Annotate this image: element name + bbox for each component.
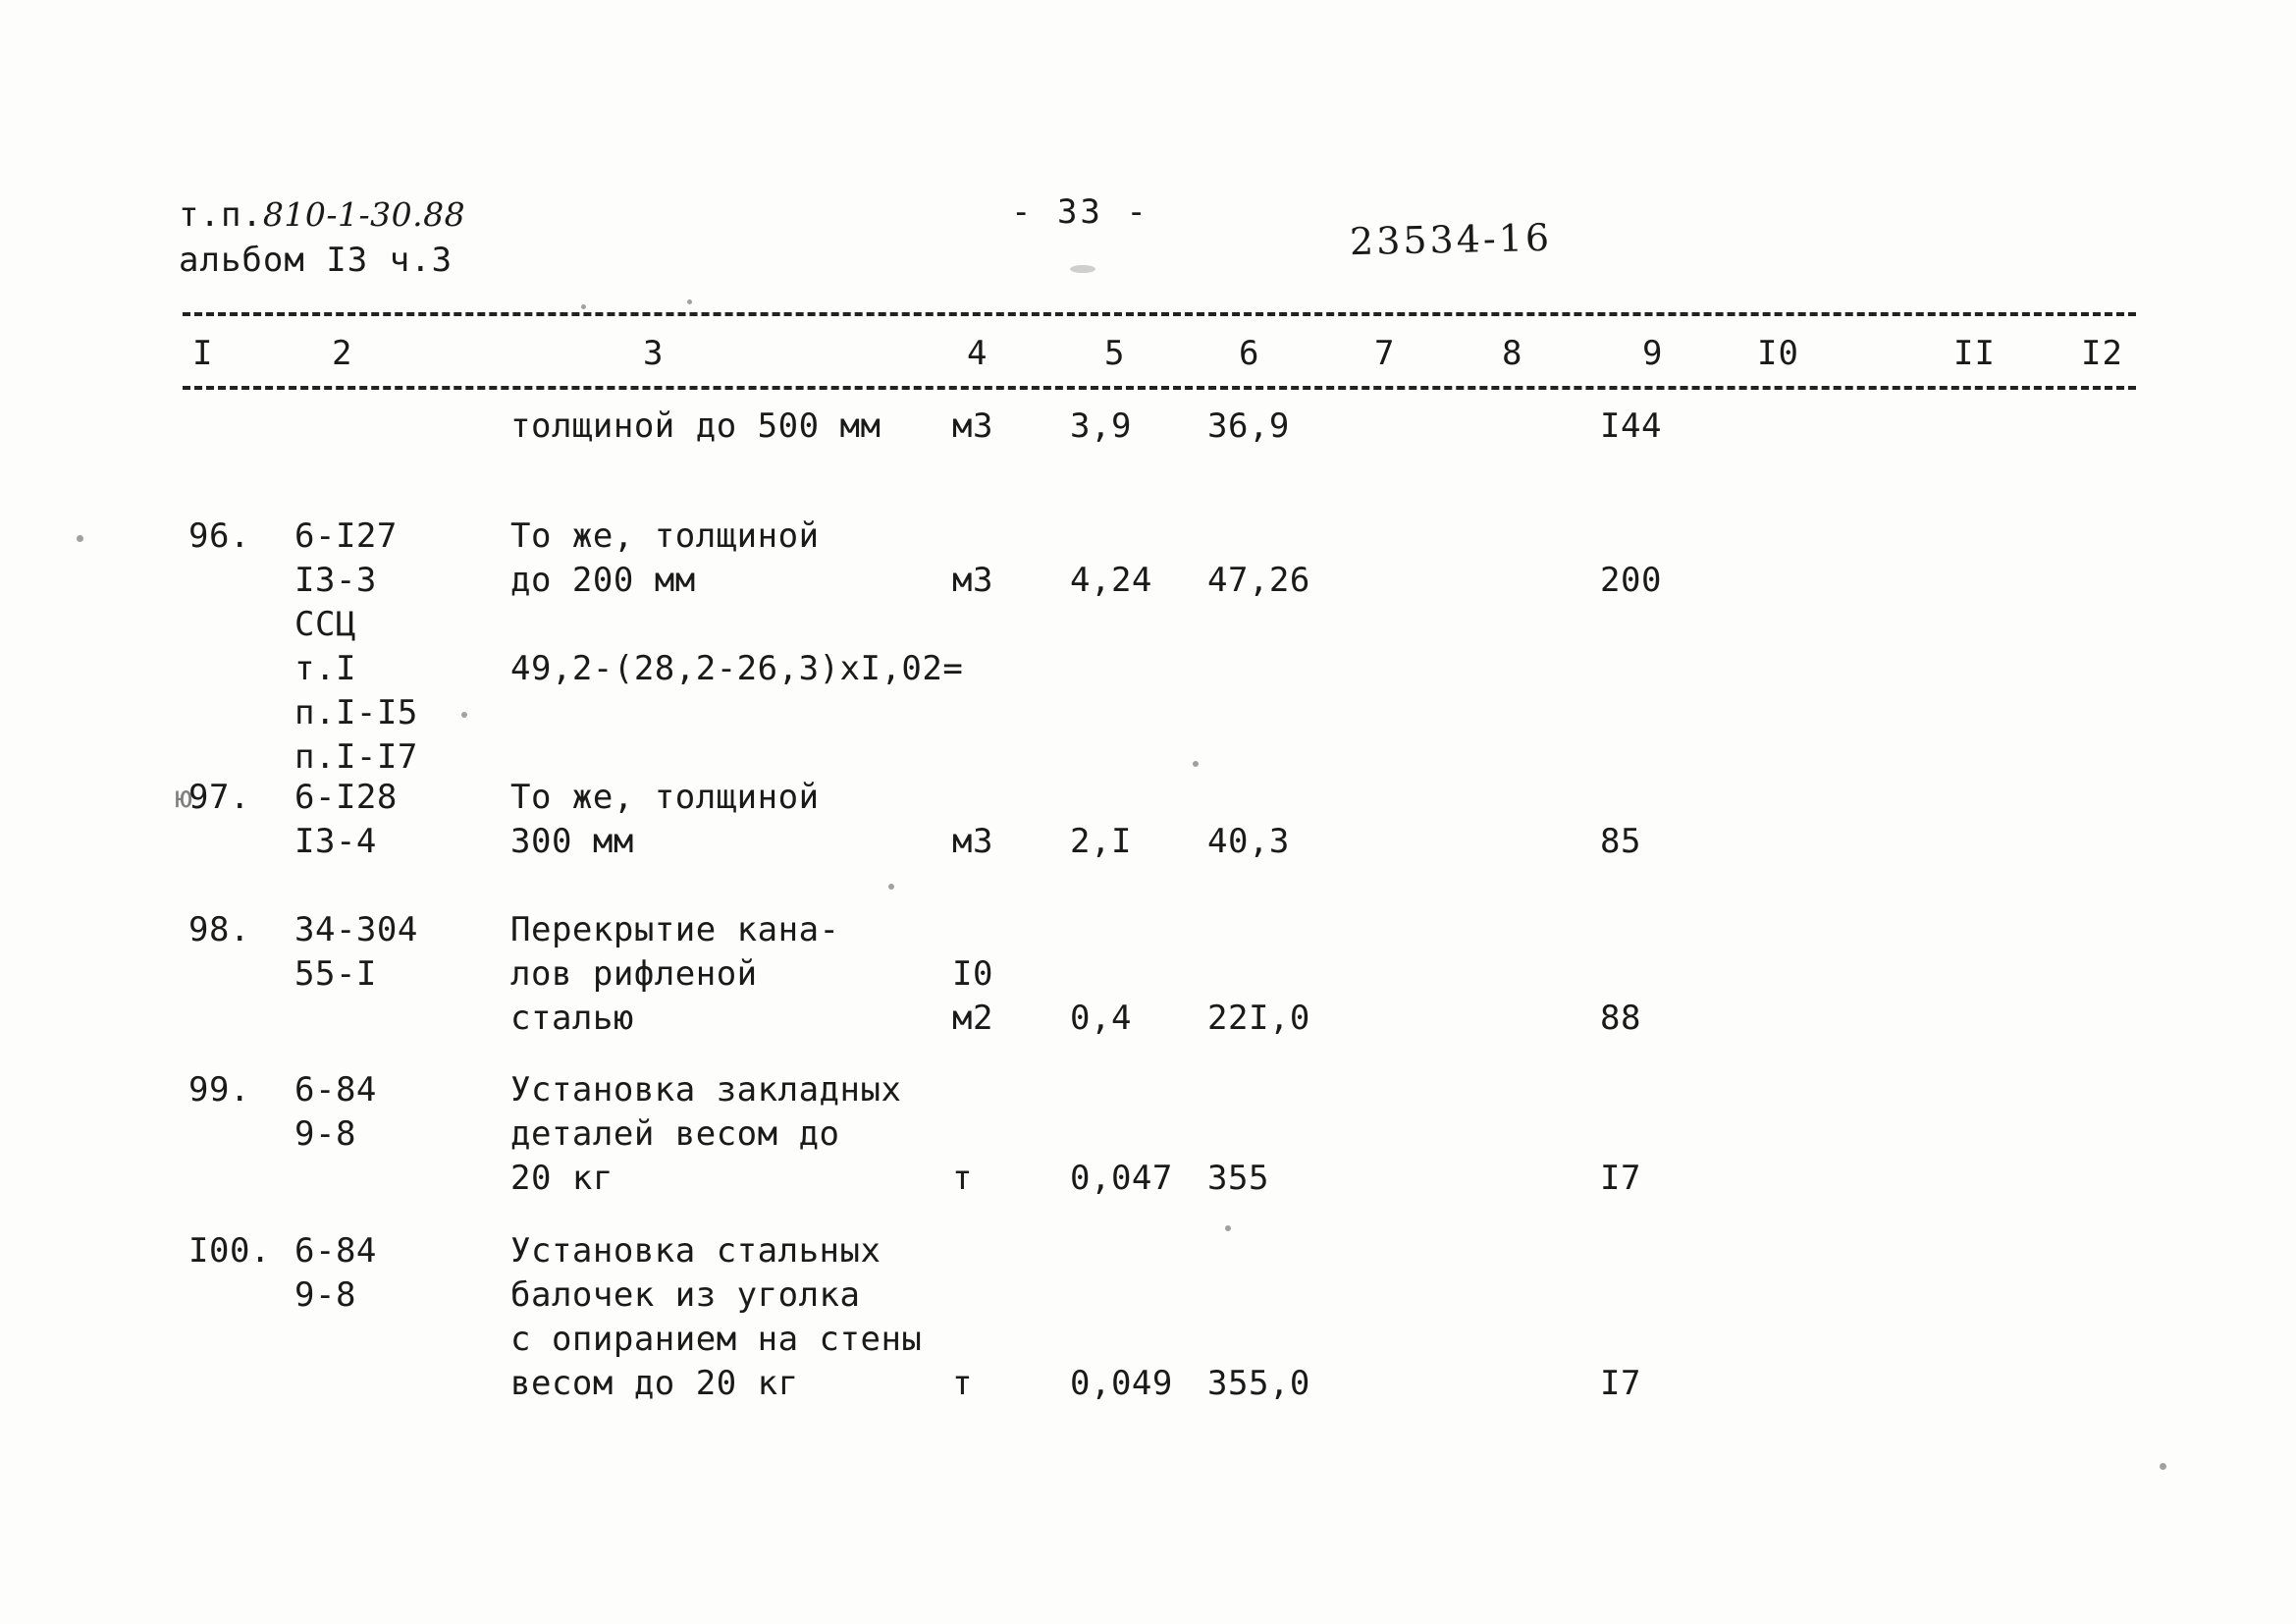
row-position-number: I00. bbox=[188, 1231, 271, 1271]
row-norm-codes: 6-I27 I3-3 ССЦ т.I п.I-I5 п.I-I7 bbox=[294, 516, 418, 777]
row-unit-price: 22I,0 bbox=[1207, 999, 1310, 1038]
row-norm-codes: 6-84 9-8 bbox=[294, 1070, 377, 1154]
scan-speck bbox=[581, 304, 586, 309]
row-position-number: 98. bbox=[188, 910, 250, 949]
row-quantity: 0,047 bbox=[1070, 1159, 1173, 1198]
column-number-2: 2 bbox=[332, 334, 353, 373]
row-norm-codes: 34-304 55-I bbox=[294, 910, 418, 994]
column-number-7: 7 bbox=[1374, 334, 1396, 373]
row-description: То же, толщиной до 200 мм bbox=[510, 516, 820, 600]
row-description: толщиной до 500 мм bbox=[510, 406, 881, 446]
row-unit: I0 м2 bbox=[952, 954, 993, 1038]
column-number-1: I bbox=[192, 334, 214, 373]
scan-speck bbox=[77, 535, 83, 542]
row-norm-codes: 6-84 9-8 bbox=[294, 1231, 377, 1315]
row-quantity: 0,4 bbox=[1070, 999, 1132, 1038]
archive-number-handwritten: 23534-16 bbox=[1349, 215, 1553, 264]
row-quantity: 3,9 bbox=[1070, 406, 1132, 446]
column-number-6: 6 bbox=[1239, 334, 1260, 373]
row-unit: т bbox=[952, 1364, 973, 1403]
scan-speck bbox=[461, 712, 467, 718]
row-quantity: 4,24 bbox=[1070, 561, 1152, 600]
row-description: То же, толщиной 300 мм bbox=[510, 778, 820, 861]
scanned-page: т.п.810-1-30.88 альбом I3 ч.3 - 33 - 235… bbox=[0, 0, 2296, 1624]
project-code-handwritten: 810-1-30.88 bbox=[262, 195, 466, 234]
row-calculation-formula: 49,2-(28,2-26,3)хI,02= bbox=[510, 649, 964, 688]
scan-speck bbox=[1225, 1225, 1231, 1231]
scan-speck bbox=[1193, 761, 1199, 767]
row-unit-price: 47,26 bbox=[1207, 561, 1310, 600]
project-prefix-label: т.п. bbox=[179, 195, 263, 235]
row-total-cost: 88 bbox=[1600, 999, 1641, 1038]
row-description: Установка закладных деталей весом до 20 … bbox=[510, 1070, 902, 1198]
row-description: Перекрытие кана- лов рифленой сталью bbox=[510, 910, 840, 1038]
column-number-band: I 2 3 4 5 6 7 8 9 I0 II I2 bbox=[0, 334, 2296, 383]
column-number-4: 4 bbox=[967, 334, 988, 373]
document-header-left: т.п.810-1-30.88 альбом I3 ч.3 bbox=[179, 192, 465, 283]
stray-glyph-artifact: ю bbox=[175, 781, 193, 815]
scan-speck bbox=[2160, 1463, 2166, 1470]
column-number-5: 5 bbox=[1104, 334, 1126, 373]
page-number: - 33 - bbox=[1011, 192, 1149, 232]
row-total-cost: 85 bbox=[1600, 822, 1641, 861]
column-number-8: 8 bbox=[1502, 334, 1523, 373]
row-position-number: 97. bbox=[188, 778, 250, 817]
row-unit-price: 355 bbox=[1207, 1159, 1269, 1198]
scan-smudge bbox=[1070, 265, 1095, 273]
row-unit: т bbox=[952, 1159, 973, 1198]
row-unit: м3 bbox=[952, 561, 993, 600]
column-number-11: II bbox=[1953, 334, 1996, 373]
row-total-cost: I44 bbox=[1600, 406, 1662, 446]
row-unit: м3 bbox=[952, 822, 993, 861]
row-norm-codes: 6-I28 I3-4 bbox=[294, 778, 398, 861]
row-total-cost: I7 bbox=[1600, 1364, 1641, 1403]
column-number-12: I2 bbox=[2081, 334, 2123, 373]
column-number-10: I0 bbox=[1757, 334, 1799, 373]
scan-speck bbox=[687, 299, 692, 304]
row-position-number: 99. bbox=[188, 1070, 250, 1110]
row-total-cost: 200 bbox=[1600, 561, 1662, 600]
row-unit: м3 bbox=[952, 406, 993, 446]
row-description: Установка стальных балочек из уголка с о… bbox=[510, 1231, 923, 1403]
row-total-cost: I7 bbox=[1600, 1159, 1641, 1198]
column-number-9: 9 bbox=[1642, 334, 1664, 373]
scan-speck bbox=[888, 884, 894, 890]
row-quantity: 0,049 bbox=[1070, 1364, 1173, 1403]
album-line: альбом I3 ч.3 bbox=[179, 241, 454, 280]
row-unit-price: 355,0 bbox=[1207, 1364, 1310, 1403]
row-unit-price: 36,9 bbox=[1207, 406, 1290, 446]
table-rule-top bbox=[183, 312, 2136, 316]
row-quantity: 2,I bbox=[1070, 822, 1132, 861]
table-rule-bottom bbox=[183, 386, 2136, 390]
row-position-number: 96. bbox=[188, 516, 250, 556]
column-number-3: 3 bbox=[643, 334, 665, 373]
row-unit-price: 40,3 bbox=[1207, 822, 1290, 861]
